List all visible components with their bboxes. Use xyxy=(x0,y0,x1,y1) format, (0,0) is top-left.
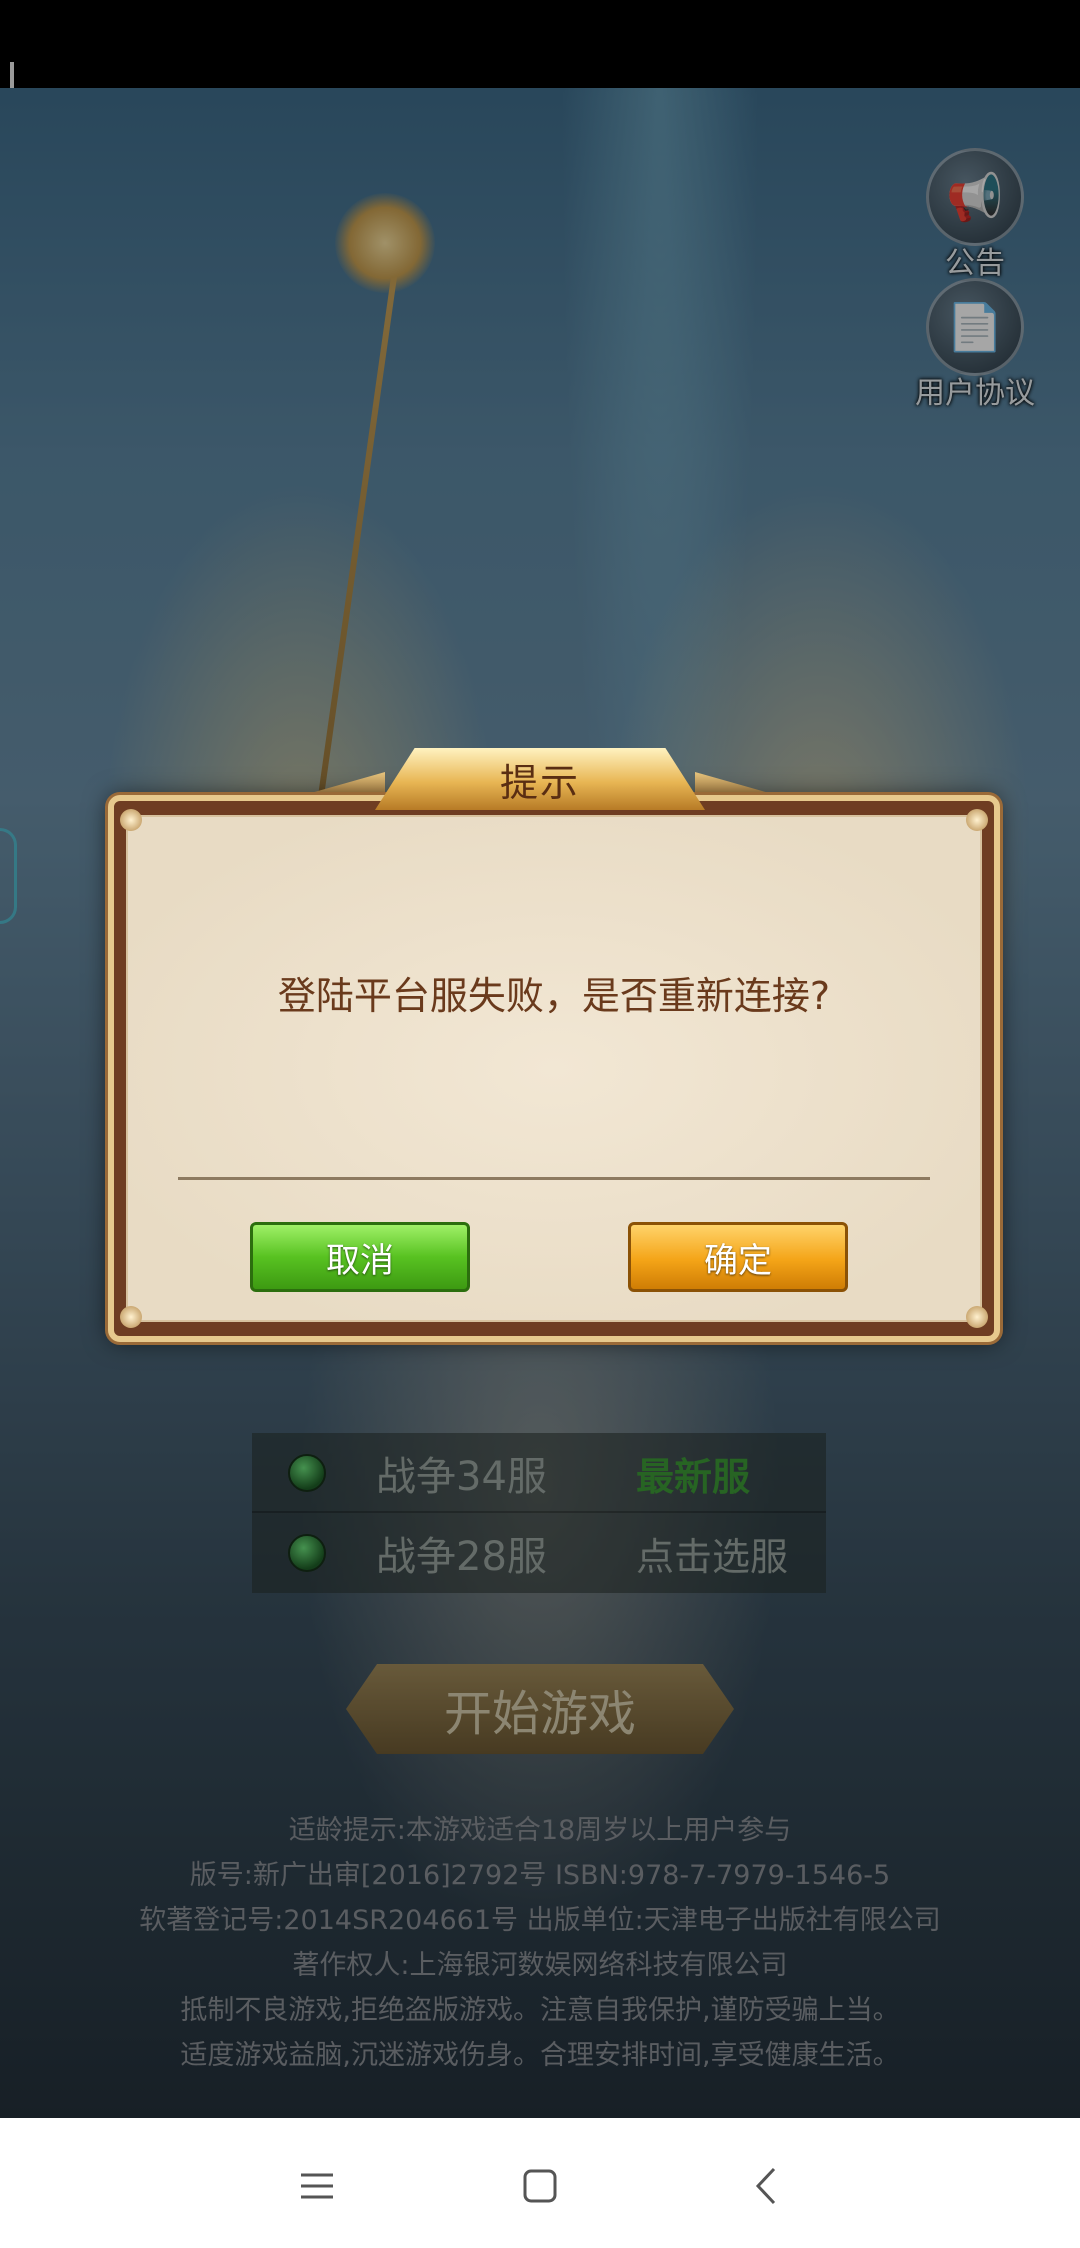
back-chevron-icon[interactable] xyxy=(736,2156,796,2216)
reconnect-dialog: 登陆平台服失败，是否重新连接? 取消 确定 xyxy=(108,795,1000,1342)
corner-ornament xyxy=(120,1306,142,1328)
dialog-divider xyxy=(178,1177,930,1180)
corner-ornament xyxy=(966,809,988,831)
menu-icon[interactable] xyxy=(287,2156,347,2216)
dialog-header: 提示 xyxy=(375,748,705,810)
dialog-body: 登陆平台服失败，是否重新连接? 取消 确定 xyxy=(120,809,988,1328)
corner-ornament xyxy=(966,1306,988,1328)
cancel-button[interactable]: 取消 xyxy=(250,1222,470,1292)
home-square-icon[interactable] xyxy=(510,2156,570,2216)
dialog-message: 登陆平台服失败，是否重新连接? xyxy=(277,974,831,1018)
system-navigation-bar xyxy=(0,2118,1080,2248)
status-bar xyxy=(0,0,1080,88)
dialog-title: 提示 xyxy=(499,760,580,805)
confirm-button[interactable]: 确定 xyxy=(628,1222,848,1292)
corner-ornament xyxy=(120,809,142,831)
